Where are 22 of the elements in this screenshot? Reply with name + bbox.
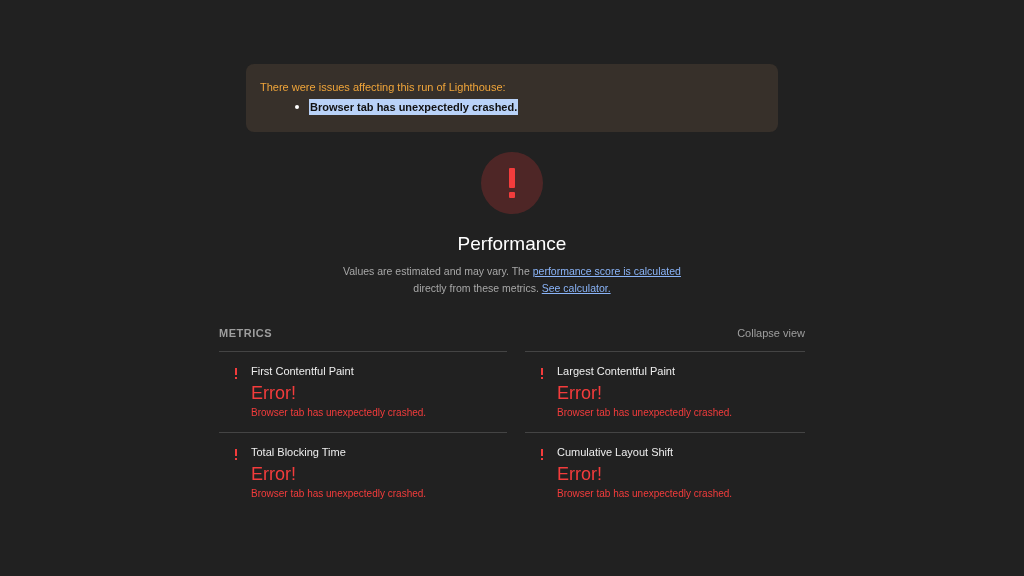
metrics-heading: METRICS: [219, 327, 272, 339]
metric-error-message: Browser tab has unexpectedly crashed.: [251, 488, 427, 499]
metric-value: Error!: [557, 383, 603, 404]
metric-name: Total Blocking Time: [251, 446, 347, 458]
error-gauge-icon: [480, 151, 544, 215]
metric-name: First Contentful Paint: [251, 365, 355, 377]
description-link[interactable]: performance score is calculated: [532, 265, 681, 277]
issue-text: Browser tab has unexpectedly crashed.: [309, 99, 519, 115]
category-title: Performance: [457, 233, 567, 255]
metric-error-message: Browser tab has unexpectedly crashed.: [557, 407, 733, 418]
metric-name: Cumulative Layout Shift: [557, 446, 675, 458]
metric-error-message: Browser tab has unexpectedly crashed.: [557, 488, 733, 499]
metric-value: Error!: [251, 383, 297, 404]
metric-error-message: Browser tab has unexpectedly crashed.: [251, 407, 427, 418]
collapse-view-button[interactable]: Collapse view: [737, 327, 805, 339]
description-link[interactable]: See calculator.: [541, 282, 611, 294]
metric-value: Error!: [251, 464, 297, 485]
bullet-icon: [295, 105, 299, 109]
category-description: Values are estimated and may vary. The performance score is calculated directly from these metrics. See calculator.: [343, 264, 681, 296]
metric-value: Error!: [557, 464, 603, 485]
metric-name: Largest Contentful Paint: [557, 365, 677, 377]
warning-title: There were issues affecting this run of Lighthouse:: [260, 81, 507, 93]
